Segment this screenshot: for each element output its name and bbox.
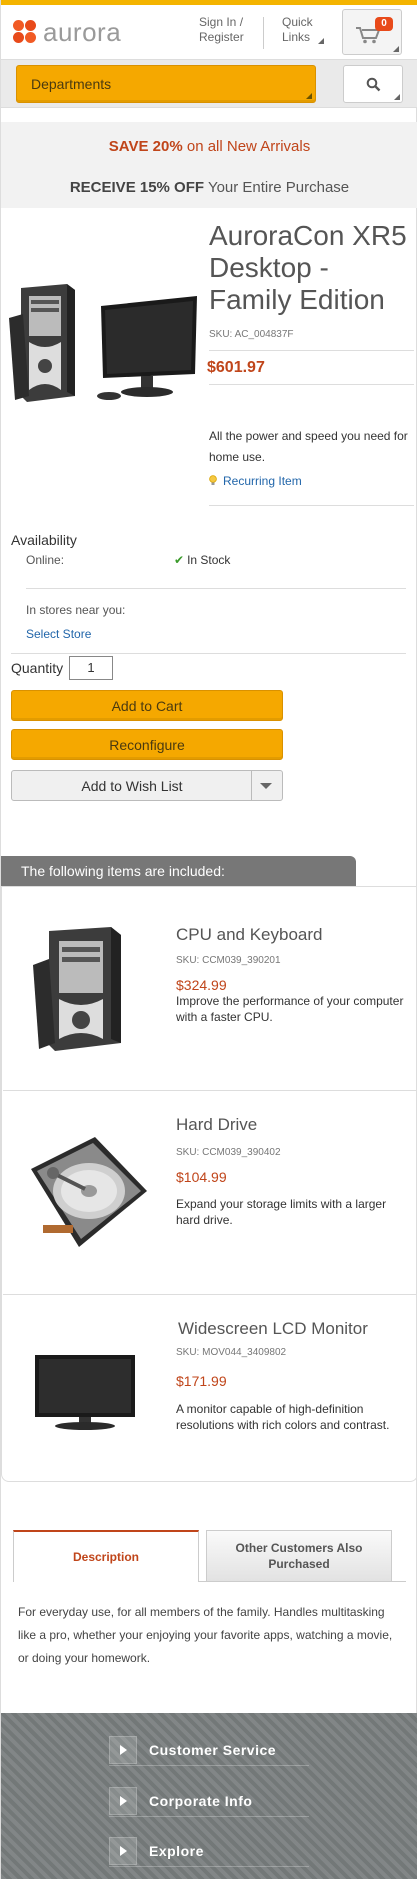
divider bbox=[11, 653, 406, 654]
check-icon: ✔ bbox=[174, 553, 185, 567]
recurring-item-label: Recurring Item bbox=[223, 474, 302, 488]
description-text: For everyday use, for all members of the… bbox=[18, 1605, 393, 1665]
quick-links-corner-icon bbox=[318, 38, 324, 44]
header-divider bbox=[263, 17, 264, 49]
divider bbox=[26, 588, 406, 589]
divider bbox=[209, 350, 414, 351]
footer-link-label: Explore bbox=[149, 1843, 204, 1859]
monitor-icon[interactable] bbox=[23, 1315, 153, 1445]
site-header: aurora Sign In / Register Quick Links 0 bbox=[1, 5, 417, 59]
item-description: Expand your storage limits with a larger… bbox=[176, 1197, 387, 1227]
availability-heading: Availability bbox=[11, 532, 77, 548]
chevron-down-icon[interactable] bbox=[260, 783, 272, 789]
footer-link-corporate-info[interactable]: Corporate Info bbox=[109, 1787, 309, 1817]
included-item: CPU and Keyboard SKU: CCM039_390201 $324… bbox=[3, 887, 417, 1091]
included-item: Widescreen LCD Monitor SKU: MOV044_34098… bbox=[3, 1295, 417, 1481]
item-price: $171.99 bbox=[176, 1373, 227, 1389]
footer-link-customer-service[interactable]: Customer Service bbox=[109, 1736, 309, 1766]
active-tab-gap bbox=[14, 1581, 198, 1582]
quantity-label: Quantity bbox=[11, 660, 64, 676]
search-corner-icon bbox=[394, 94, 400, 100]
chevron-right-icon bbox=[109, 1787, 137, 1815]
reconfigure-button[interactable]: Reconfigure bbox=[11, 729, 283, 760]
cart-count-badge: 0 bbox=[375, 17, 393, 31]
online-label: Online: bbox=[26, 553, 65, 567]
item-price: $324.99 bbox=[176, 977, 227, 993]
item-name[interactable]: Hard Drive bbox=[176, 1115, 257, 1135]
item-name[interactable]: Widescreen LCD Monitor bbox=[178, 1319, 368, 1339]
promo2-text: Your Entire Purchase bbox=[204, 179, 350, 196]
in-stock-text: In Stock bbox=[187, 553, 231, 567]
cart-button[interactable]: 0 bbox=[342, 9, 402, 55]
add-to-cart-button[interactable]: Add to Cart bbox=[11, 690, 283, 721]
stores-near-you-label: In stores near you: bbox=[26, 603, 126, 617]
promo1-highlight: SAVE 20% bbox=[108, 138, 183, 155]
tab-other-customers[interactable]: Other Customers Also Purchased bbox=[206, 1530, 392, 1582]
promo-entire-purchase[interactable]: RECEIVE 15% OFF Your Entire Purchase bbox=[1, 162, 417, 208]
footer-link-explore[interactable]: Explore bbox=[109, 1837, 309, 1867]
footer-link-label: Customer Service bbox=[149, 1742, 277, 1758]
product-title: AuroraCon XR5 Desktop - Family Edition bbox=[209, 220, 407, 315]
divider bbox=[209, 505, 414, 506]
hard-drive-icon[interactable] bbox=[23, 1129, 153, 1259]
promo1-text: on all New Arrivals bbox=[182, 138, 311, 155]
product-image[interactable] bbox=[9, 278, 199, 408]
item-name[interactable]: CPU and Keyboard bbox=[176, 925, 322, 945]
product-page: aurora Sign In / Register Quick Links 0 … bbox=[0, 0, 417, 1879]
item-sku: SKU: CCM039_390402 bbox=[176, 1147, 281, 1158]
included-items-heading: The following items are included: bbox=[1, 856, 356, 886]
add-to-wishlist-button[interactable]: Add to Wish List bbox=[11, 770, 283, 801]
wishlist-divider bbox=[251, 771, 252, 800]
search-button[interactable] bbox=[343, 65, 403, 103]
logo-flower-icon bbox=[13, 20, 37, 44]
product-price: $601.97 bbox=[207, 359, 265, 376]
site-footer: Customer Service Corporate Info Explore bbox=[1, 1713, 417, 1879]
sign-in-register-link[interactable]: Sign In / Register bbox=[199, 15, 259, 45]
item-sku: SKU: MOV044_3409802 bbox=[176, 1347, 287, 1358]
item-sku: SKU: CCM039_390201 bbox=[176, 955, 281, 966]
select-store-link[interactable]: Select Store bbox=[26, 627, 91, 641]
departments-corner-icon bbox=[306, 93, 312, 99]
chevron-right-icon bbox=[109, 1837, 137, 1865]
included-items-panel: CPU and Keyboard SKU: CCM039_390201 $324… bbox=[1, 886, 417, 1482]
aurora-logo[interactable]: aurora bbox=[13, 17, 121, 47]
footer-link-label: Corporate Info bbox=[149, 1793, 253, 1809]
product-short-description: All the power and speed you need for hom… bbox=[209, 429, 408, 464]
item-description: A monitor capable of high-definition res… bbox=[176, 1402, 390, 1432]
recurring-item-link[interactable]: Recurring Item bbox=[209, 474, 302, 488]
chevron-right-icon bbox=[109, 1736, 137, 1764]
search-icon bbox=[366, 77, 381, 92]
included-item: Hard Drive SKU: CCM039_390402 $104.99 Ex… bbox=[3, 1091, 417, 1295]
promo2-highlight: RECEIVE 15% OFF bbox=[69, 179, 205, 196]
search-bar: Departments bbox=[1, 59, 417, 108]
lightbulb-icon bbox=[209, 475, 217, 485]
item-description: Improve the performance of your computer… bbox=[176, 994, 404, 1024]
cart-corner-icon bbox=[393, 46, 399, 52]
add-to-wishlist-label: Add to Wish List bbox=[81, 778, 183, 794]
online-stock-status: ✔ In Stock bbox=[174, 553, 230, 567]
divider bbox=[209, 384, 414, 385]
quantity-input[interactable]: 1 bbox=[69, 656, 113, 680]
logo-text: aurora bbox=[43, 16, 122, 47]
desktop-tower-icon[interactable] bbox=[23, 925, 153, 1055]
departments-dropdown[interactable]: Departments bbox=[16, 65, 316, 103]
tab-description[interactable]: Description bbox=[13, 1530, 199, 1582]
item-price: $104.99 bbox=[176, 1169, 227, 1185]
product-sku: SKU: AC_004837F bbox=[209, 329, 294, 340]
